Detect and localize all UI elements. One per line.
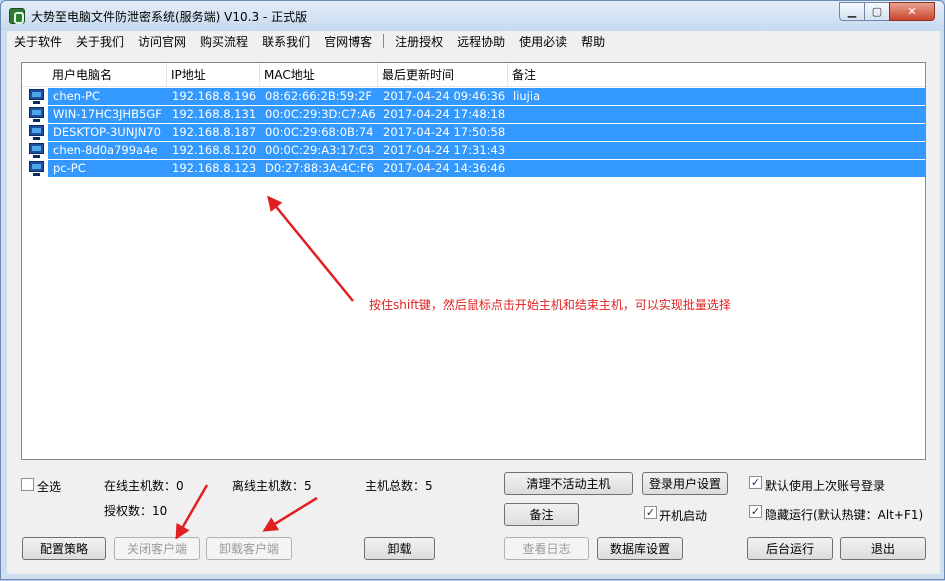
cell-ip: 192.168.8.131: [172, 107, 257, 121]
cell-mac: 08:62:66:2B:59:2F: [265, 89, 373, 103]
column-header-note[interactable]: 备注: [508, 63, 925, 87]
cell-ip: 192.168.8.187: [172, 125, 257, 139]
menu-blog[interactable]: 官网博客: [317, 33, 379, 50]
uninstall-button[interactable]: 卸载: [364, 537, 435, 560]
uninstall-client-button[interactable]: 卸载客户端: [206, 537, 292, 560]
table-row[interactable]: chen-PC 192.168.8.196 08:62:66:2B:59:2F 201…: [27, 88, 925, 105]
cell-mac: 00:0C:29:A3:17:C3: [265, 143, 375, 157]
menu-help[interactable]: 帮助: [574, 33, 612, 50]
cell-note: liujia: [513, 89, 541, 103]
cell-time: 2017-04-24 09:46:36: [383, 89, 506, 103]
column-header-mac[interactable]: MAC地址: [260, 63, 378, 87]
database-settings-button[interactable]: 数据库设置: [597, 537, 683, 560]
cell-note: [513, 124, 813, 141]
cell-name: pc-PC: [53, 161, 86, 175]
table-row[interactable]: chen-8d0a799a4e 192.168.8.120 00:0C:29:A3:…: [27, 142, 925, 159]
table-row[interactable]: pc-PC 192.168.8.123 D0:27:88:3A:4C:F6 2017-…: [27, 160, 925, 177]
window-title: 大势至电脑文件防泄密系统(服务端) V10.3 - 正式版: [31, 10, 308, 24]
offline-host-count: 离线主机数：5: [232, 479, 312, 493]
close-client-button[interactable]: 关闭客户端: [114, 537, 200, 560]
cell-mac: D0:27:88:3A:4C:F6: [265, 161, 375, 175]
minimize-button[interactable]: ▁: [839, 2, 865, 21]
client-area: 用户电脑名 IP地址 MAC地址 最后更新时间 备注 chen-PC 192.16…: [7, 51, 940, 574]
hidden-run-label: 隐藏运行(默认热键：Alt+F1): [765, 508, 924, 522]
cell-note: [513, 142, 813, 159]
use-last-account-checkbox[interactable]: ✓: [749, 476, 762, 489]
table-row[interactable]: WIN-17HC3JHB5GF 192.168.8.131 00:0C:29:3D:…: [27, 106, 925, 123]
column-header-computer-name[interactable]: 用户电脑名: [48, 63, 167, 87]
maximize-button[interactable]: ▢: [864, 2, 890, 21]
cell-ip: 192.168.8.123: [172, 161, 257, 175]
menu-visit-site[interactable]: 访问官网: [131, 33, 193, 50]
computer-icon: [27, 106, 46, 123]
cell-time: 2017-04-24 17:31:43: [383, 143, 506, 157]
autostart-label: 开机启动: [659, 509, 708, 523]
cell-time: 2017-04-24 17:50:58: [383, 125, 506, 139]
note-button[interactable]: 备注: [504, 503, 579, 526]
clean-inactive-hosts-button[interactable]: 清理不活动主机: [504, 472, 633, 495]
cell-name: DESKTOP-3UNJN70: [53, 125, 161, 139]
background-run-button[interactable]: 后台运行: [747, 537, 833, 560]
menu-separator: [383, 34, 385, 48]
column-header-ip[interactable]: IP地址: [167, 63, 260, 87]
computer-icon: [27, 160, 46, 177]
login-user-settings-button[interactable]: 登录用户设置: [642, 472, 728, 495]
autostart-checkbox[interactable]: ✓: [644, 506, 657, 519]
menu-about-us[interactable]: 关于我们: [69, 33, 131, 50]
menu-register[interactable]: 注册授权: [388, 33, 450, 50]
select-all-checkbox[interactable]: [21, 478, 34, 491]
computer-icon: [27, 88, 46, 105]
main-window: 大势至电脑文件防泄密系统(服务端) V10.3 - 正式版 ▁ ▢ ✕ 关于软件…: [0, 0, 945, 580]
close-button[interactable]: ✕: [889, 2, 935, 21]
host-list[interactable]: 用户电脑名 IP地址 MAC地址 最后更新时间 备注 chen-PC 192.16…: [21, 62, 926, 460]
menu-must-read[interactable]: 使用必读: [512, 33, 574, 50]
cell-time: 2017-04-24 17:48:18: [383, 107, 506, 121]
total-host-count: 主机总数：5: [365, 479, 433, 493]
cell-name: WIN-17HC3JHB5GF: [53, 107, 162, 121]
title-bar[interactable]: 大势至电脑文件防泄密系统(服务端) V10.3 - 正式版 ▁ ▢ ✕: [1, 1, 944, 31]
cell-mac: 00:0C:29:68:0B:74: [265, 125, 374, 139]
hidden-run-checkbox[interactable]: ✓: [749, 505, 762, 518]
computer-icon: [27, 124, 46, 141]
menu-bar: 关于软件 关于我们 访问官网 购买流程 联系我们 官网博客 注册授权 远程协助 …: [7, 31, 940, 51]
computer-icon: [27, 142, 46, 159]
cell-ip: 192.168.8.196: [172, 89, 257, 103]
annotation-text: 按住shift键，然后鼠标点击开始主机和结束主机，可以实现批量选择: [369, 298, 731, 312]
cell-mac: 00:0C:29:3D:C7:A6: [265, 107, 376, 121]
menu-purchase[interactable]: 购买流程: [193, 33, 255, 50]
table-row[interactable]: DESKTOP-3UNJN70 192.168.8.187 00:0C:29:68:…: [27, 124, 925, 141]
cell-time: 2017-04-24 14:36:46: [383, 161, 506, 175]
menu-contact[interactable]: 联系我们: [255, 33, 317, 50]
cell-name: chen-8d0a799a4e: [53, 143, 158, 157]
menu-about-software[interactable]: 关于软件: [7, 33, 69, 50]
select-all-label: 全选: [37, 480, 62, 494]
cell-note: [513, 106, 813, 123]
column-header-time[interactable]: 最后更新时间: [378, 63, 508, 87]
use-last-account-label: 默认使用上次账号登录: [765, 479, 886, 493]
exit-button[interactable]: 退出: [840, 537, 926, 560]
cell-name: chen-PC: [53, 89, 101, 103]
license-count: 授权数：10: [104, 504, 168, 518]
config-policy-button[interactable]: 配置策略: [22, 537, 106, 560]
view-log-button[interactable]: 查看日志: [504, 537, 589, 560]
list-header: 用户电脑名 IP地址 MAC地址 最后更新时间 备注: [22, 63, 925, 87]
app-icon: [9, 8, 25, 24]
menu-remote-help[interactable]: 远程协助: [450, 33, 512, 50]
cell-note: [513, 160, 813, 177]
cell-ip: 192.168.8.120: [172, 143, 257, 157]
online-host-count: 在线主机数：0: [104, 479, 184, 493]
